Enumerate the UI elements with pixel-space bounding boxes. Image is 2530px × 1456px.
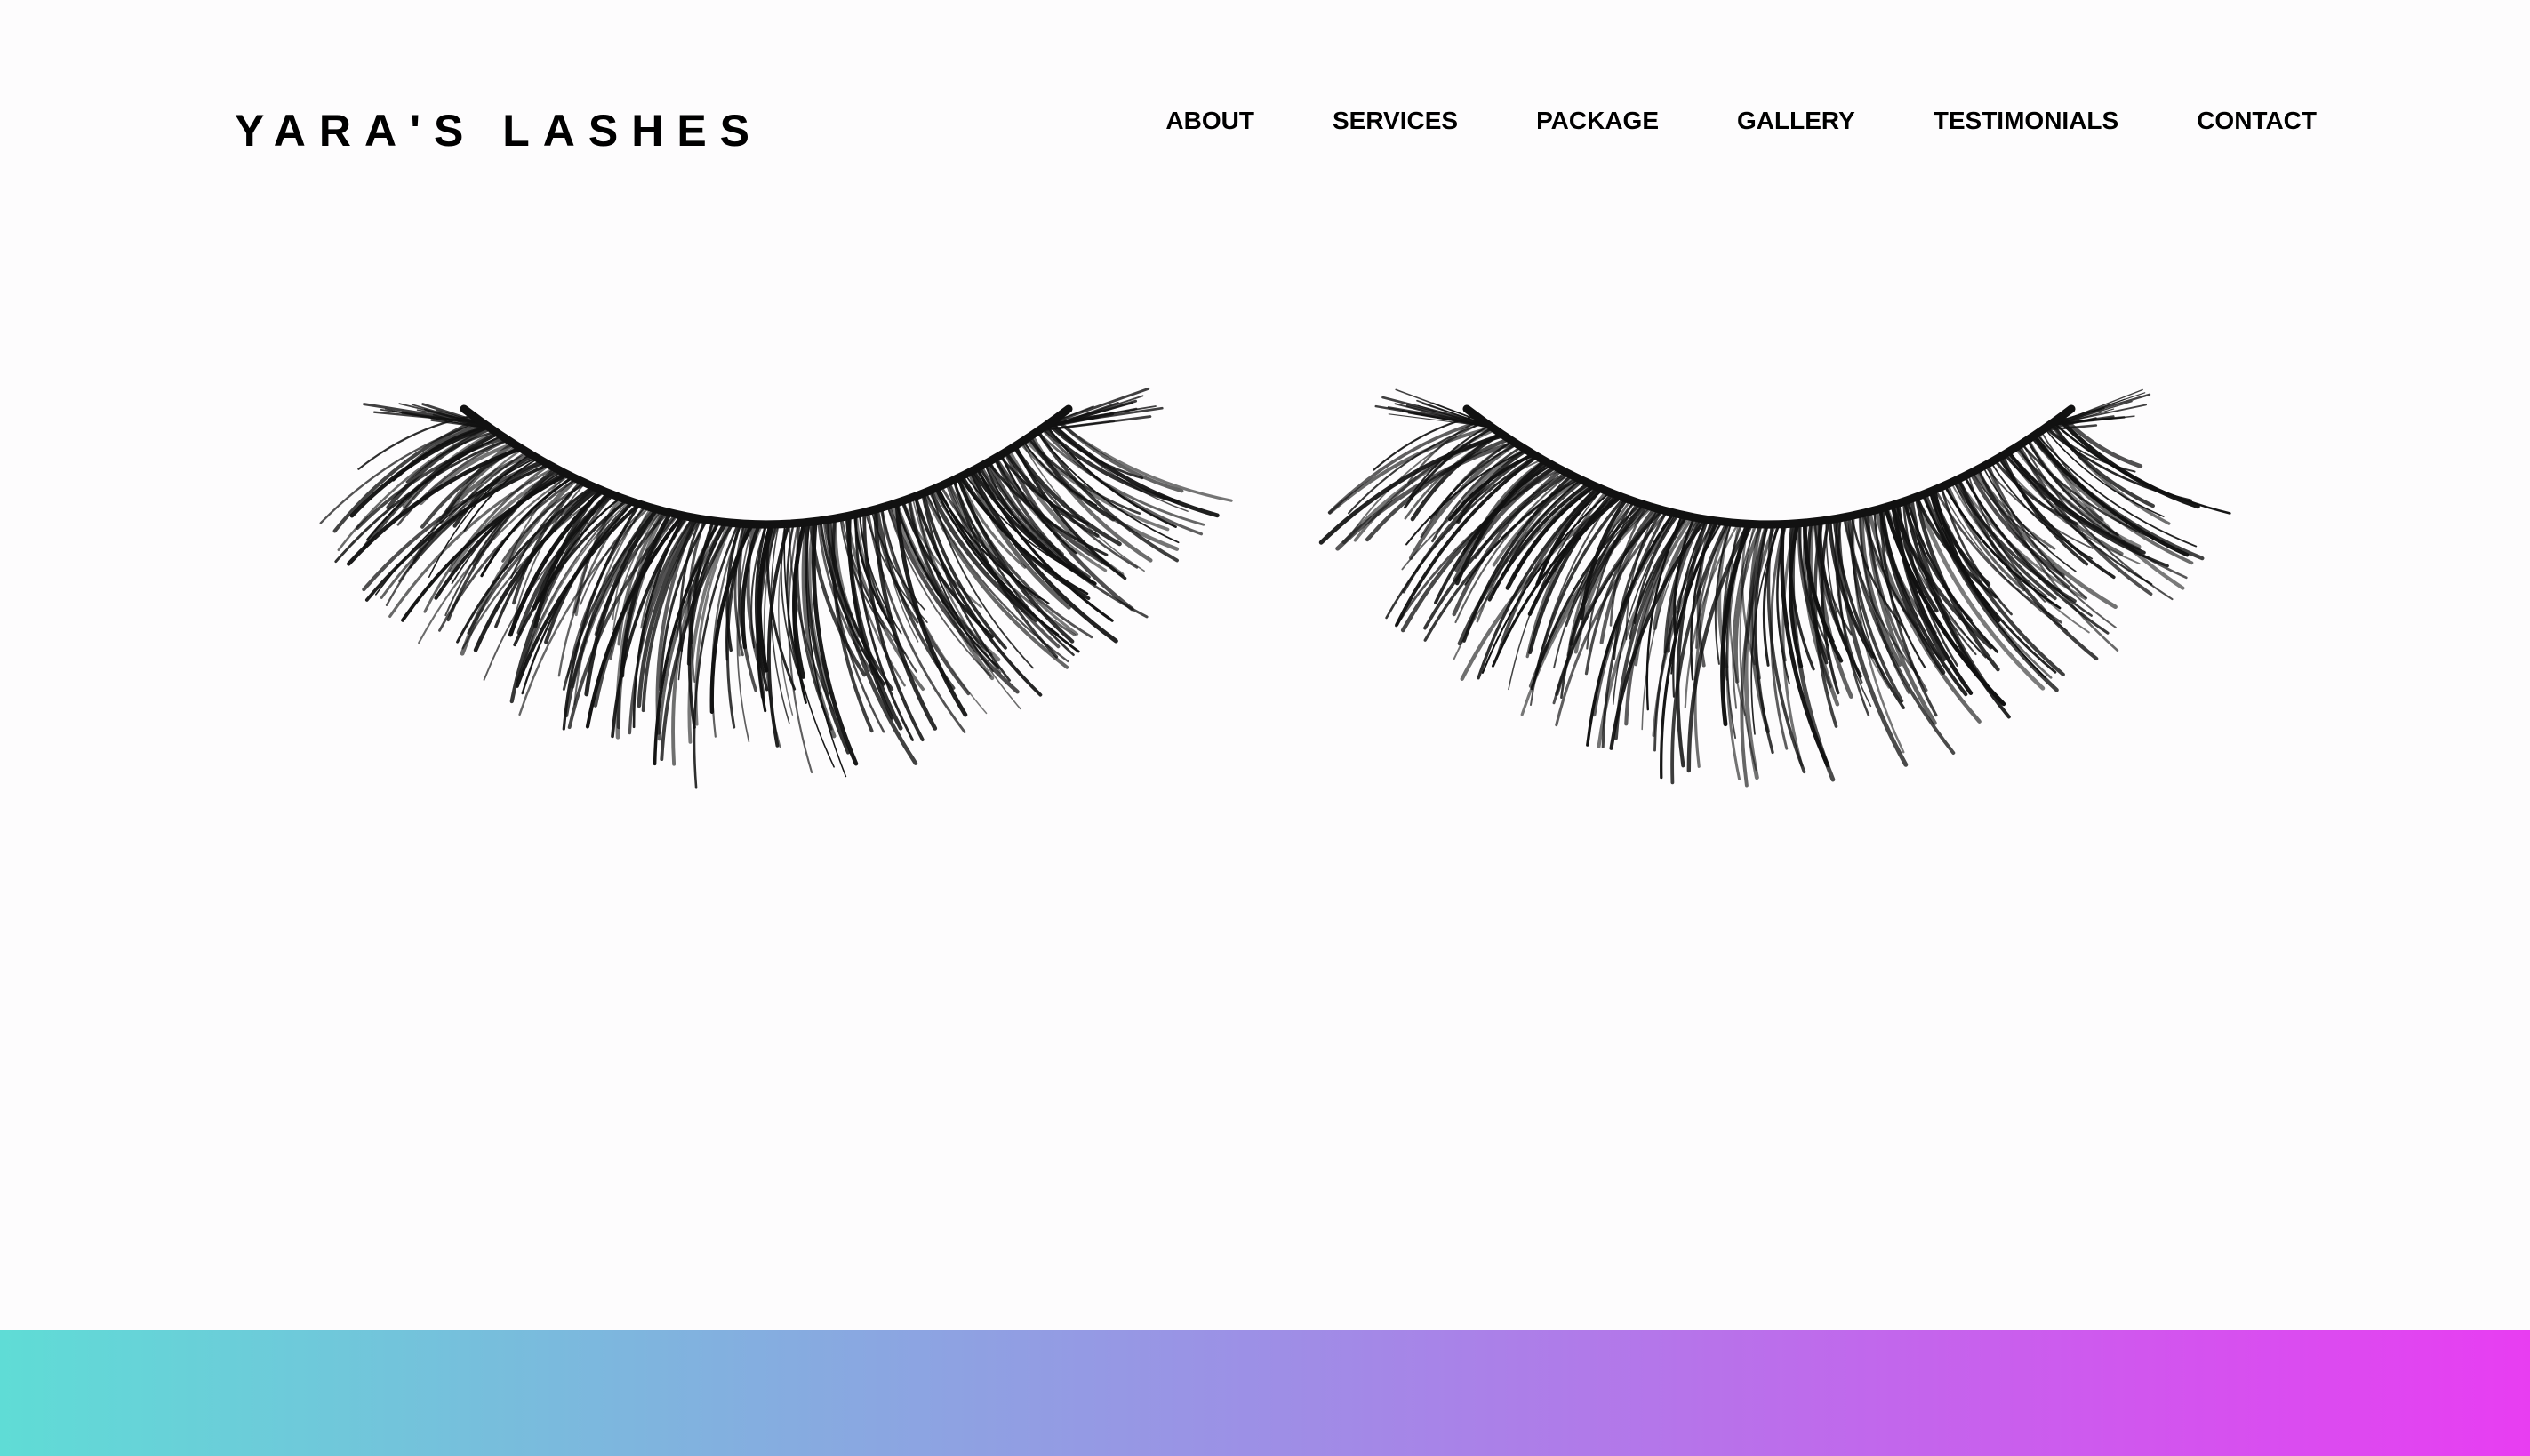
gradient-footer-band: [0, 1330, 2530, 1456]
page: YARA'S LASHES ABOUT SERVICES PACKAGE GAL…: [0, 0, 2530, 1456]
main-nav: ABOUT SERVICES PACKAGE GALLERY TESTIMONI…: [1165, 105, 2317, 137]
nav-item-contact[interactable]: CONTACT: [2197, 107, 2317, 135]
left-eyelash: [319, 387, 1233, 789]
site-logo[interactable]: YARA'S LASHES: [235, 105, 763, 156]
nav-item-about[interactable]: ABOUT: [1165, 107, 1254, 135]
nav-item-package[interactable]: PACKAGE: [1536, 107, 1659, 135]
nav-item-testimonials[interactable]: TESTIMONIALS: [1934, 107, 2118, 135]
right-eyelash: [1318, 388, 2231, 788]
eyelashes-image: [319, 387, 2231, 789]
nav-item-gallery[interactable]: GALLERY: [1737, 107, 1855, 135]
hero-image: [0, 356, 2530, 942]
nav-item-services[interactable]: SERVICES: [1333, 107, 1458, 135]
